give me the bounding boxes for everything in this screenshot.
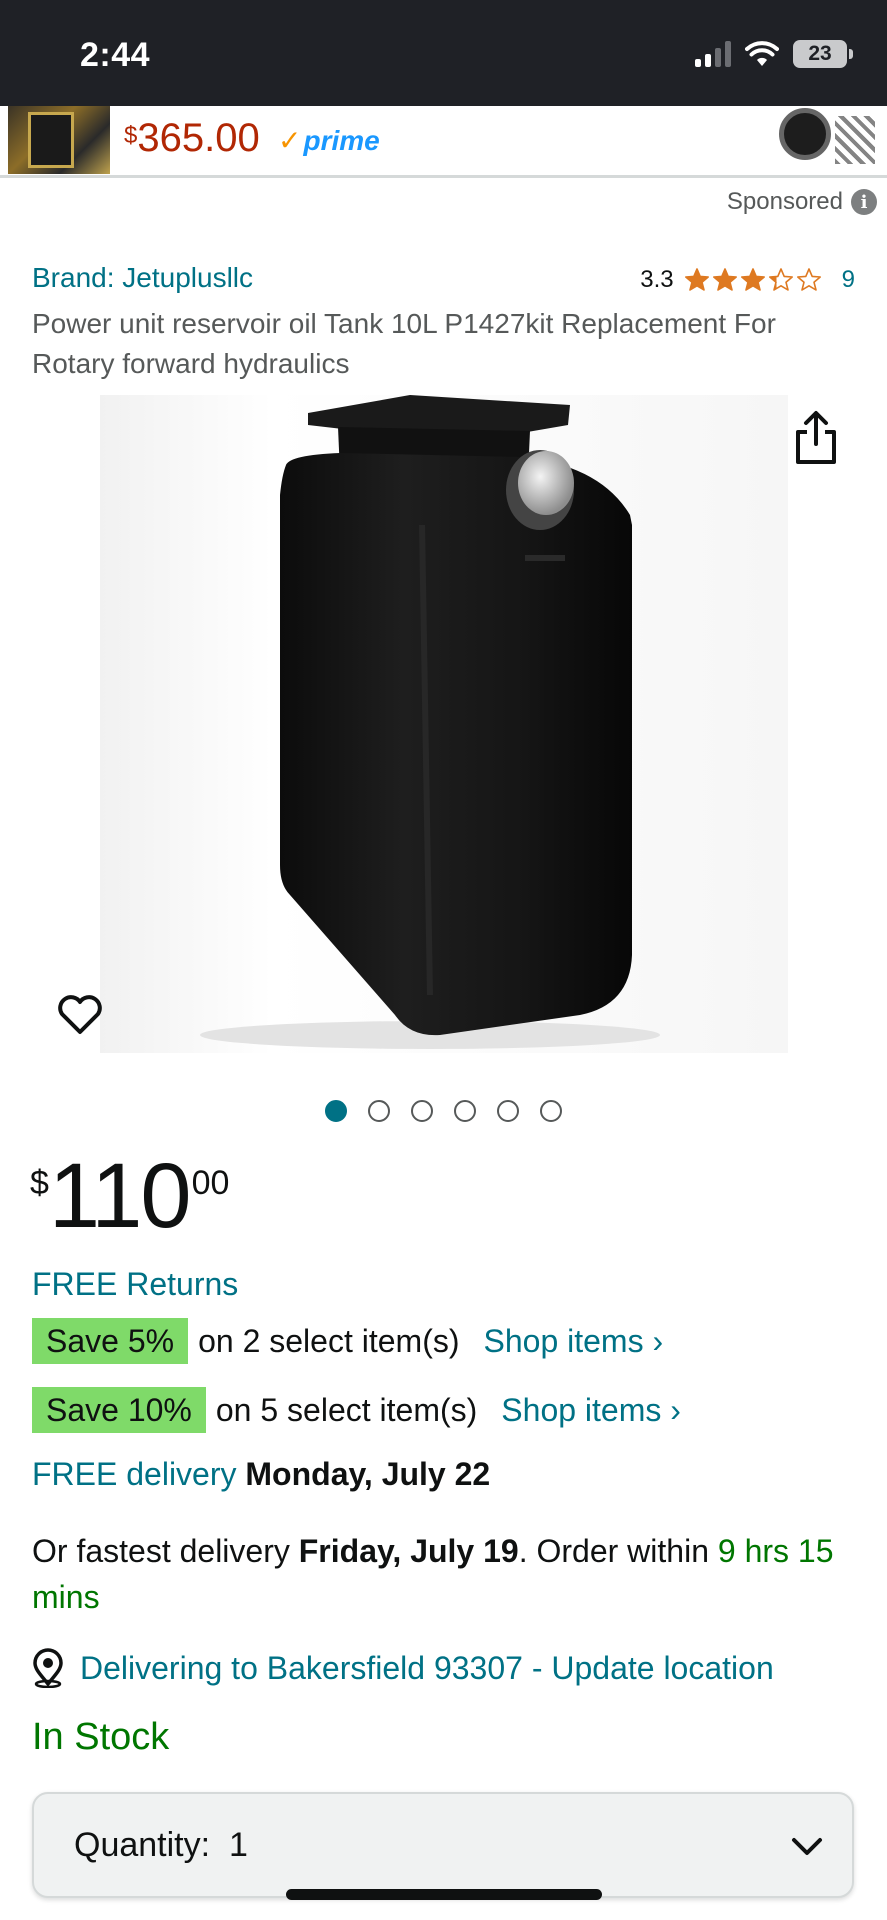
product-title: Power unit reservoir oil Tank 10L P1427k… xyxy=(32,308,776,379)
sponsored-ad-banner[interactable]: $ 365.00 ✓prime xyxy=(0,106,887,178)
promo-row-1: Save 5% on 2 select item(s) Shop items › xyxy=(32,1318,663,1364)
location-pin-icon xyxy=(33,1648,63,1688)
cellular-signal-icon xyxy=(695,41,731,67)
info-icon[interactable]: i xyxy=(851,189,877,215)
promo-text: on 5 select item(s) xyxy=(215,1391,478,1428)
carousel-dot[interactable] xyxy=(368,1100,390,1122)
rating-value: 3.3 xyxy=(640,266,674,293)
ad-product-thumbnail-right[interactable] xyxy=(769,108,879,172)
carousel-dot[interactable] xyxy=(325,1100,347,1122)
fastest-prefix: Or fastest delivery xyxy=(32,1533,290,1569)
location-text[interactable]: Delivering to Bakersfield 93307 - Update… xyxy=(80,1650,774,1687)
prime-check-icon: ✓ xyxy=(278,125,302,156)
carousel-dot[interactable] xyxy=(540,1100,562,1122)
rating-count[interactable]: 9 xyxy=(842,266,855,294)
prime-label: prime xyxy=(303,125,380,156)
promo-row-2: Save 10% on 5 select item(s) Shop items … xyxy=(32,1387,681,1433)
product-price: $ 110 00 xyxy=(30,1150,229,1242)
ad-price-value: 365.00 xyxy=(137,116,260,160)
carousel-dot[interactable] xyxy=(497,1100,519,1122)
fastest-delivery: Or fastest delivery Friday, July 19. Ord… xyxy=(32,1528,872,1620)
star-full-icon xyxy=(712,268,737,291)
delivery-location[interactable]: Delivering to Bakersfield 93307 - Update… xyxy=(30,1648,774,1688)
star-half-icon xyxy=(768,268,793,291)
status-bar: 2:44 23 xyxy=(0,0,887,106)
heart-icon[interactable] xyxy=(56,990,104,1038)
price-fraction: 00 xyxy=(191,1164,230,1202)
quantity-value: 1 xyxy=(228,1826,248,1864)
brand-link[interactable]: Brand: Jetuplusllc xyxy=(32,262,253,294)
ad-price: $ 365.00 xyxy=(124,116,260,161)
quantity-label-text: Quantity: xyxy=(74,1826,211,1864)
quantity-label: Quantity: 1 xyxy=(74,1826,248,1865)
free-returns-link[interactable]: FREE Returns xyxy=(32,1266,238,1303)
product-image[interactable] xyxy=(100,395,788,1053)
share-icon[interactable] xyxy=(790,410,842,466)
rating-stars xyxy=(684,267,822,293)
sponsored-label[interactable]: Sponsored i xyxy=(727,188,877,216)
ad-product-thumbnail[interactable] xyxy=(8,106,110,174)
order-within: . Order within xyxy=(518,1533,709,1569)
star-full-icon xyxy=(684,268,709,291)
save-badge: Save 5% xyxy=(32,1318,189,1364)
star-full-icon xyxy=(740,268,765,291)
home-indicator xyxy=(286,1889,602,1900)
free-delivery-date: Monday, July 22 xyxy=(245,1456,491,1492)
chevron-down-icon xyxy=(792,1838,822,1855)
promo-text: on 2 select item(s) xyxy=(198,1322,460,1359)
save-badge: Save 10% xyxy=(32,1387,206,1433)
shop-items-link[interactable]: Shop items › xyxy=(501,1392,681,1429)
sponsored-text: Sponsored xyxy=(726,188,843,215)
quantity-select[interactable]: Quantity: 1 xyxy=(32,1792,854,1898)
status-time: 2:44 xyxy=(80,36,151,74)
carousel-dot[interactable] xyxy=(411,1100,433,1122)
oil-tank-image xyxy=(100,395,788,1053)
ad-price-symbol: $ xyxy=(124,122,138,149)
prime-badge: ✓prime xyxy=(278,124,380,157)
star-empty-icon xyxy=(796,268,821,291)
image-carousel-dots[interactable] xyxy=(325,1100,562,1122)
fastest-date: Friday, July 19 xyxy=(298,1533,519,1569)
price-symbol: $ xyxy=(30,1164,49,1202)
price-whole: 110 xyxy=(48,1145,192,1247)
wifi-icon xyxy=(745,41,779,66)
battery-icon: 23 xyxy=(793,40,853,68)
rating-summary[interactable]: 3.3 9 xyxy=(640,266,855,294)
shop-items-link[interactable]: Shop items › xyxy=(484,1323,664,1360)
carousel-dot[interactable] xyxy=(454,1100,476,1122)
free-delivery-link[interactable]: FREE delivery xyxy=(32,1456,237,1492)
stock-status: In Stock xyxy=(32,1716,170,1758)
free-delivery: FREE delivery Monday, July 22 xyxy=(32,1456,490,1493)
status-icons: 23 xyxy=(695,40,853,68)
